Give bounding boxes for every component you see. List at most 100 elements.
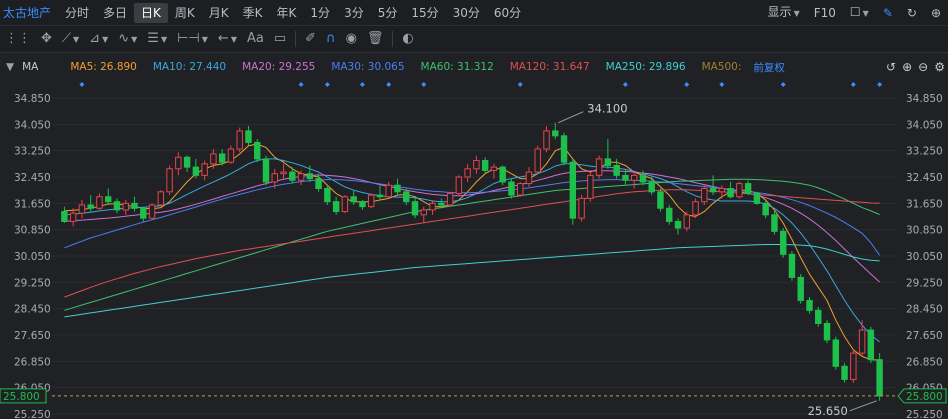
event-marker	[877, 82, 883, 87]
period-tab[interactable]: 1分	[303, 3, 337, 23]
candle-body	[306, 173, 314, 180]
ma-value: MA120: 31.647	[509, 61, 590, 73]
annotations: 34.100 25.650 25.800 25.800	[0, 102, 947, 418]
candle-body	[140, 207, 147, 219]
y-tick-left: 30.050	[14, 251, 51, 263]
candle-body	[622, 174, 629, 181]
comment-icon[interactable]: ▭	[269, 29, 291, 49]
event-marker	[421, 82, 427, 87]
y-tick-right: 34.050	[906, 119, 943, 131]
candle-body	[832, 339, 840, 367]
period-tab[interactable]: 年K	[270, 3, 304, 23]
period-tab[interactable]: 15分	[404, 3, 445, 23]
trash-icon[interactable]: 🗑	[362, 29, 389, 49]
candle-body	[604, 158, 612, 166]
range-icon[interactable]: ⊢⊣ ▼	[172, 29, 213, 50]
add-indicator-icon[interactable]: ⊕	[899, 60, 915, 74]
candle-body	[236, 130, 243, 150]
settings-icon[interactable]: ⚙	[931, 60, 948, 74]
candle-body	[280, 171, 287, 175]
candle-body	[464, 168, 471, 178]
period-tabs: 分时 多日 日K 周K 月K 季K 年K 1分 3分 5分 15分 30分 60分	[58, 2, 528, 23]
period-tab[interactable]: 周K	[168, 3, 202, 23]
wave-icon[interactable]: ∿ ▼	[113, 29, 142, 50]
candle-body	[481, 160, 489, 171]
candle-body	[394, 184, 401, 193]
candle-body	[639, 174, 647, 183]
candle-body	[289, 171, 296, 181]
candle-body	[876, 359, 883, 397]
y-tick-right: 31.650	[906, 198, 943, 210]
candle-body	[648, 181, 655, 193]
text-icon[interactable]: Aa	[242, 29, 269, 49]
y-tick-right: 29.250	[906, 277, 943, 289]
undo-icon[interactable]: ↺	[883, 60, 899, 74]
period-tab[interactable]: 5分	[371, 3, 405, 23]
indicator-label[interactable]: MA	[22, 61, 46, 73]
ma-line-ma120	[64, 189, 880, 298]
candle-body	[841, 365, 848, 380]
ma-line-ma250	[64, 244, 880, 318]
ma-lines	[64, 143, 881, 361]
candle-body	[411, 201, 419, 216]
f10-button[interactable]: F10	[807, 3, 843, 23]
candle-body	[87, 204, 94, 209]
candlestick-chart[interactable]: 34.850 34.850 34.050 34.050 33.250 33.250 32.4…	[0, 81, 948, 419]
candle-body	[113, 201, 121, 211]
fibonacci-icon[interactable]: ☰ ▼	[142, 29, 172, 50]
candle-body	[262, 158, 270, 183]
candle-body	[201, 163, 208, 176]
square-icon[interactable]: ☐ ▼	[843, 2, 876, 24]
period-tab[interactable]: 分时	[58, 3, 96, 23]
candle-body	[613, 164, 620, 176]
candle-body	[797, 276, 804, 301]
pen-icon[interactable]: ✎	[876, 3, 900, 23]
event-marker	[324, 82, 330, 87]
divider	[392, 31, 394, 47]
candle-body	[69, 212, 77, 222]
eye-icon[interactable]: ◉	[341, 29, 362, 49]
period-tab[interactable]: 60分	[487, 3, 528, 23]
candle-body	[96, 196, 103, 209]
channel-icon[interactable]: ⊿ ▼	[84, 29, 113, 50]
candle-body	[376, 194, 384, 198]
adjust-selector[interactable]: 前复权	[749, 60, 789, 75]
add-icon[interactable]: ⊕	[924, 3, 948, 23]
period-tab[interactable]: 多日	[96, 3, 134, 23]
candle-body	[166, 168, 173, 193]
period-tab[interactable]: 日K	[134, 2, 168, 23]
ma-value: MA5: 26.890	[70, 61, 137, 73]
toggle-icon[interactable]: ◐	[397, 29, 418, 49]
candle-body	[578, 197, 585, 219]
remove-indicator-icon[interactable]: ⊖	[915, 60, 931, 74]
ma-value: MA250: 29.896	[605, 61, 686, 73]
candle-body	[771, 214, 778, 232]
candle-body	[806, 299, 813, 311]
y-tick-left: 33.250	[14, 146, 51, 158]
period-tab[interactable]: 月K	[202, 3, 236, 23]
period-tab[interactable]: 30分	[446, 3, 487, 23]
candle-body	[516, 183, 524, 196]
crosshair-icon[interactable]: ✥	[36, 29, 57, 49]
period-tab[interactable]: 季K	[236, 3, 270, 23]
indicator-bar: ▼ MA MA5: 26.890 MA10: 27.440 MA20: 29.255…	[0, 53, 948, 81]
ma-value: MA10: 27.440	[152, 61, 227, 73]
candle-body	[131, 202, 138, 209]
drawing-toolbar: ⋮⋮ ✥ ⟋ ▼ ⊿ ▼ ∿ ▼ ☰ ▼ ⊢⊣ ▼ ← ▼ Aa ▭ ✐ ∩ ◉ 🗑 ◐	[0, 26, 948, 53]
candle-body	[736, 183, 743, 198]
ma-value: MA60: 31.312	[420, 61, 494, 73]
chevron-down-icon: ▼	[793, 8, 800, 18]
eraser-icon[interactable]: ✐	[300, 29, 321, 49]
refresh-icon[interactable]: ↻	[900, 3, 924, 23]
candle-body	[61, 211, 68, 222]
magnet-icon[interactable]: ∩	[321, 29, 341, 49]
display-menu[interactable]: 显示 ▼	[761, 2, 807, 24]
stock-title[interactable]: 太古地产	[0, 3, 58, 23]
arrow-icon[interactable]: ← ▼	[213, 29, 242, 50]
candle-body	[666, 207, 673, 222]
candle-body	[271, 173, 278, 183]
period-tab[interactable]: 3分	[337, 3, 371, 23]
trend-line-icon[interactable]: ⟋ ▼	[57, 29, 84, 50]
collapse-icon[interactable]: ▼	[0, 61, 22, 73]
candle-body	[718, 188, 726, 193]
